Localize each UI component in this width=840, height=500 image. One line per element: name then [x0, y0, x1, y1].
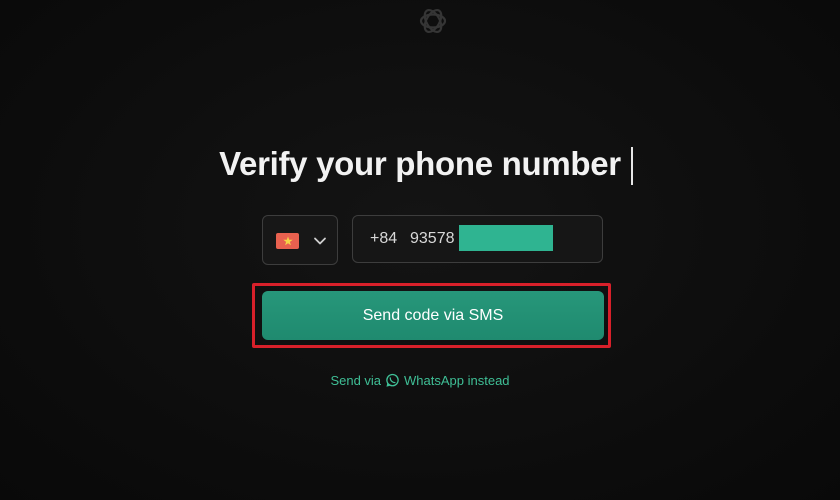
chevron-down-icon: [314, 237, 326, 245]
openai-logo-icon: [419, 9, 447, 33]
phone-number-input[interactable]: +84 93578: [352, 215, 603, 263]
alt-link-prefix: Send via: [330, 373, 382, 388]
phone-number-value: 93578: [410, 230, 455, 247]
whatsapp-alternative-link[interactable]: Send via WhatsApp instead: [0, 373, 840, 388]
redaction-block: [459, 225, 553, 251]
country-code-dropdown[interactable]: [262, 215, 338, 265]
send-code-sms-button[interactable]: Send code via SMS: [262, 291, 604, 340]
page-title: Verify your phone number: [219, 145, 621, 182]
text-cursor: [631, 147, 633, 185]
alt-link-suffix: WhatsApp instead: [404, 373, 510, 388]
phone-prefix: +84: [370, 230, 398, 247]
vietnam-flag-icon: [276, 233, 299, 249]
verify-phone-page: Verify your phone number +84 93578 Send …: [0, 0, 840, 500]
whatsapp-icon: [386, 373, 399, 387]
